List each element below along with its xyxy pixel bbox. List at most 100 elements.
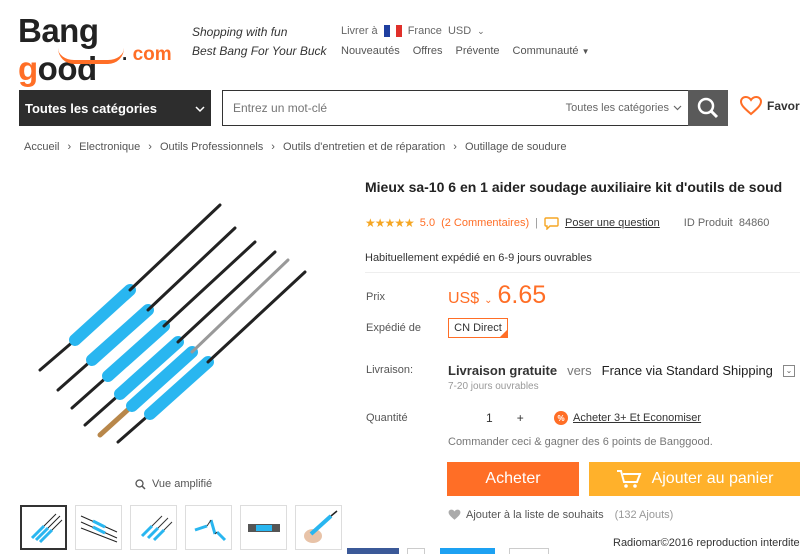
bulk-discount-link[interactable]: % Acheter 3+ Et Economiser (554, 411, 701, 425)
deliver-to-label: Livrer à (341, 25, 378, 37)
chevron-right-icon: › (148, 141, 152, 153)
price-label: Prix (366, 291, 385, 303)
add-to-wishlist[interactable]: Ajouter à la liste de souhaits (132 Ajou… (448, 509, 673, 521)
caret-down-icon: ▼ (581, 47, 590, 56)
search-scope-select[interactable]: Toutes les catégories (566, 102, 688, 114)
price-value: 6.65 (497, 281, 547, 309)
breadcrumb-repair-tools[interactable]: Outils d'entretien et de réparation (283, 141, 445, 153)
quantity-increase-button[interactable]: + (517, 411, 524, 425)
banggood-logo[interactable]: Bang good . com (18, 12, 183, 87)
search-scope-label: Toutes les catégories (565, 102, 669, 114)
thumbnail-2[interactable] (75, 505, 122, 550)
nav-community-label: Communauté (512, 45, 579, 57)
quantity-input[interactable]: 1 (486, 411, 493, 425)
shipping-destination[interactable]: France via Standard Shipping (602, 363, 773, 378)
heart-icon (448, 509, 461, 520)
logo-domain: . com (122, 44, 172, 65)
country-selector[interactable]: France (408, 25, 442, 37)
breadcrumb-soldering[interactable]: Outillage de soudure (465, 141, 567, 153)
wishlist-count: (132 Ajouts) (614, 509, 674, 521)
cart-icon (616, 470, 642, 488)
currency-symbol[interactable]: US$ (448, 290, 479, 308)
thumbnail-5[interactable] (240, 505, 287, 550)
sub-nav: Nouveautés Offres Prévente Communauté ▼ (341, 45, 590, 57)
currency-selector[interactable]: USD (448, 25, 471, 37)
facebook-share-button[interactable] (347, 548, 399, 554)
add-to-cart-button[interactable]: Ajouter au panier (589, 462, 800, 496)
chevron-down-icon[interactable]: ⌄ (782, 364, 795, 377)
question-bubble-icon (544, 216, 559, 230)
favorites-link[interactable]: Favori (740, 96, 800, 116)
top-nav: Livrer à France USD ⌄ (341, 25, 485, 37)
tagline-1: Shopping with fun (192, 25, 288, 39)
bulk-discount-label: Acheter 3+ Et Economiser (573, 412, 702, 424)
breadcrumb: Accueil › Electronique › Outils Professi… (24, 141, 566, 153)
shipping-method: Livraison gratuite vers France via Stand… (448, 363, 795, 378)
delivery-days: 7-20 jours ouvrables (448, 381, 539, 392)
zoom-view[interactable]: Vue amplifié (135, 478, 212, 490)
ask-question-link[interactable]: Poser une question (565, 217, 660, 229)
nav-deals[interactable]: Offres (413, 45, 443, 57)
price: US$ ⌄ 6.65 (448, 281, 546, 310)
divider-line (365, 272, 800, 273)
chevron-right-icon: › (67, 141, 72, 153)
nav-new[interactable]: Nouveautés (341, 45, 400, 57)
reviews-link[interactable]: (2 Commentaires) (441, 217, 529, 229)
all-categories-button[interactable]: Toutes les catégories (19, 90, 211, 126)
thumbnail-4[interactable] (185, 505, 232, 550)
chevron-right-icon: › (271, 141, 275, 153)
thumbnail-6[interactable] (295, 505, 342, 550)
main-product-image[interactable] (20, 180, 345, 470)
tool-1 (38, 203, 222, 372)
twitter-share-button[interactable] (440, 548, 495, 554)
thumbnail-1[interactable] (20, 505, 67, 550)
product-id-value: 84860 (738, 217, 770, 229)
quantity-stepper: 1 + (448, 411, 524, 425)
magnifier-icon (135, 478, 146, 490)
heart-icon (740, 96, 762, 116)
product-title: Mieux sa-10 6 en 1 aider soudage auxilia… (365, 179, 783, 195)
search-icon (697, 97, 719, 119)
france-flag-icon (383, 25, 402, 37)
star-rating-icon: ★★★★★ (365, 216, 415, 230)
chevron-down-icon (195, 101, 205, 116)
product-id-label: ID Produit (683, 217, 733, 229)
favorites-label: Favori (767, 99, 800, 113)
reward-points-note: Commander ceci & gagner des 6 points de … (448, 436, 713, 448)
watermark: Radiomar©2016 reproduction interdite (613, 537, 800, 549)
nav-presale[interactable]: Prévente (455, 45, 499, 57)
quantity-label: Quantité (366, 412, 408, 424)
free-shipping-text: Livraison gratuite (448, 363, 558, 378)
search-input[interactable] (223, 91, 566, 125)
discount-badge-icon: % (554, 411, 568, 425)
chevron-down-icon: ⌄ (477, 25, 485, 36)
share-count (407, 548, 425, 554)
product-id: ID Produit 84860 (684, 217, 770, 229)
search-button[interactable] (688, 90, 728, 126)
breadcrumb-pro-tools[interactable]: Outils Professionnels (160, 141, 263, 153)
nav-community[interactable]: Communauté ▼ (513, 45, 590, 57)
share-button[interactable] (509, 548, 549, 554)
rating-row: ★★★★★ 5.0 (2 Commentaires) | Poser une q… (365, 216, 769, 230)
chevron-down-icon[interactable]: ⌄ (484, 295, 492, 306)
shipping-to-text: vers (567, 363, 592, 378)
logo-swoosh (58, 48, 124, 64)
tagline-2: Best Bang For Your Buck (192, 44, 327, 58)
all-categories-label: Toutes les catégories (25, 100, 157, 116)
buy-now-button[interactable]: Acheter (447, 462, 579, 496)
delivery-label: Livraison: (366, 364, 414, 376)
warehouse-option-cn-direct[interactable]: CN Direct (448, 318, 508, 338)
chevron-down-icon (673, 105, 682, 111)
breadcrumb-electronics[interactable]: Electronique (79, 141, 140, 153)
warehouse-label: Expédié de (366, 322, 422, 334)
breadcrumb-home[interactable]: Accueil (24, 141, 59, 153)
rating-score: 5.0 (419, 217, 436, 229)
chevron-right-icon: › (453, 141, 457, 153)
shipping-time-note: Habituellement expédié en 6-9 jours ouvr… (365, 252, 592, 264)
divider: | (535, 217, 538, 229)
wishlist-label: Ajouter à la liste de souhaits (466, 509, 604, 521)
thumbnail-3[interactable] (130, 505, 177, 550)
thumbnail-strip (20, 505, 342, 550)
zoom-label: Vue amplifié (152, 478, 213, 490)
add-to-cart-label: Ajouter au panier (651, 470, 774, 487)
